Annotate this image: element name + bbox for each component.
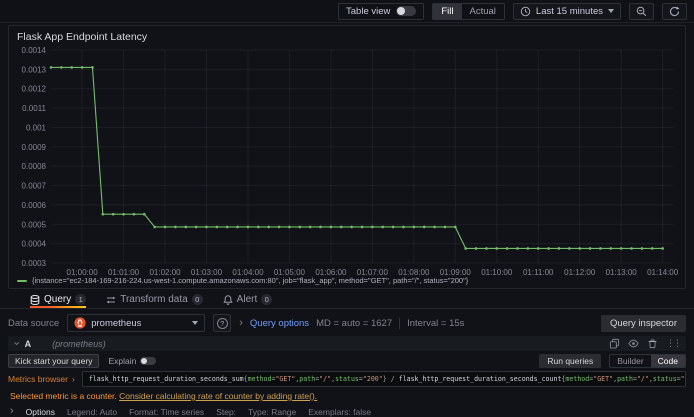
query-run-controls: Run queries Builder Code	[539, 353, 686, 368]
svg-text:01:13:00: 01:13:00	[606, 268, 638, 277]
explain-control: Explain	[108, 355, 157, 366]
warning-text: Selected metric is a counter.	[10, 391, 117, 401]
transform-count-badge: 0	[191, 294, 203, 305]
latency-chart[interactable]: 01:00:00 01:01:00 01:02:00 01:03:00 01:04:00…	[11, 46, 683, 278]
svg-text:01:10:00: 01:10:00	[481, 268, 513, 277]
query-inspector-button[interactable]: Query inspector	[600, 314, 686, 332]
transform-icon	[106, 296, 116, 303]
tab-transform-data[interactable]: Transform data 0	[106, 291, 203, 308]
query-row-actions: ⋮⋮	[609, 338, 682, 349]
alert-count-badge: 0	[261, 294, 273, 305]
remove-trash-icon[interactable]	[647, 338, 658, 349]
grafana-panel-editor: Table view Fill Actual Last 15 minutes F…	[0, 0, 694, 417]
series-label: {instance="ec2-184-169-216-224.us-west-1…	[32, 276, 469, 285]
metrics-browser-label: Metrics browser	[8, 374, 68, 384]
zoom-out-icon	[636, 6, 647, 16]
prometheus-icon	[74, 317, 86, 329]
editor-tabs: Query 1 Transform data 0 Alert 0	[0, 291, 694, 309]
svg-text:0.0003: 0.0003	[22, 259, 47, 268]
tab-query[interactable]: Query 1	[30, 291, 87, 308]
duplicate-icon[interactable]	[609, 338, 620, 349]
chevron-right-icon: ›	[71, 374, 75, 384]
svg-text:0.0012: 0.0012	[22, 85, 47, 94]
svg-text:01:11:00: 01:11:00	[523, 268, 554, 277]
fill-actual-group: Fill Actual	[432, 2, 505, 20]
tab-alert-label: Alert	[236, 294, 258, 305]
time-range-label: Last 15 minutes	[535, 5, 603, 17]
query-datasource-hint: (prometheus)	[52, 338, 106, 349]
query-options-label: Query options	[249, 317, 310, 329]
interval-value: Interval = 15s	[407, 317, 465, 329]
question-icon: ?	[216, 317, 228, 329]
code-button[interactable]: Code	[650, 354, 685, 367]
switch-knob	[141, 357, 148, 364]
divider	[399, 317, 401, 329]
query-ref-id: A	[24, 338, 32, 349]
kick-start-query-button[interactable]: Kick start your query	[8, 353, 100, 368]
table-view-label: Table view	[346, 5, 391, 17]
promql-query-input[interactable]: flask_http_request_duration_seconds_sum{…	[81, 371, 686, 387]
tab-transform-label: Transform data	[120, 294, 188, 305]
explain-switch[interactable]	[140, 356, 157, 365]
explain-label: Explain	[108, 355, 137, 366]
bell-icon	[222, 294, 233, 305]
chevron-down-icon	[608, 9, 614, 13]
chart-legend[interactable]: {instance="ec2-184-169-216-224.us-west-1…	[17, 276, 468, 285]
table-view-switch[interactable]	[396, 6, 417, 16]
drag-handle[interactable]: ⋮⋮	[666, 338, 682, 349]
builder-code-toggle: Builder Code	[609, 353, 686, 368]
time-range-picker[interactable]: Last 15 minutes	[512, 2, 621, 20]
svg-text:01:14:00: 01:14:00	[647, 268, 679, 277]
clock-icon	[520, 6, 531, 16]
svg-text:0.0013: 0.0013	[22, 65, 47, 74]
chevron-right-icon: ›	[239, 316, 243, 329]
query-editor-section: › A (prometheus) ⋮⋮ Kick start your quer…	[8, 336, 686, 417]
query-code-row: Metrics browser › flask_http_request_dur…	[8, 371, 686, 387]
metrics-browser-toggle[interactable]: Metrics browser ›	[8, 374, 75, 384]
query-count-badge: 1	[75, 294, 87, 305]
counter-warning: Selected metric is a counter. Consider c…	[8, 391, 686, 401]
data-source-picker[interactable]: prometheus	[67, 314, 206, 332]
svg-text:0.0008: 0.0008	[22, 162, 47, 171]
timeseries-panel: Flask App Endpoint Latency 01:00:00 01:01…	[8, 25, 686, 289]
tab-query-label: Query	[44, 294, 72, 305]
chevron-down-icon	[192, 321, 199, 325]
refresh-icon	[669, 6, 680, 16]
series-color-marker	[17, 279, 27, 282]
switch-knob	[397, 7, 406, 15]
svg-text:0.0009: 0.0009	[22, 143, 47, 152]
data-source-label: Data source	[8, 317, 60, 329]
query-toolbar: Data source prometheus ? › Query options…	[0, 312, 694, 334]
builder-button[interactable]: Builder	[610, 355, 650, 367]
tab-alert[interactable]: Alert 0	[222, 291, 273, 308]
hide-response-eye-icon[interactable]	[628, 338, 639, 349]
max-data-points: MD = auto = 1627	[316, 317, 393, 329]
svg-text:0.0007: 0.0007	[22, 182, 47, 191]
zoom-out-button[interactable]	[629, 2, 654, 20]
data-source-value: prometheus	[91, 317, 142, 329]
query-row-header[interactable]: › A (prometheus) ⋮⋮	[8, 336, 686, 351]
run-queries-button[interactable]: Run queries	[539, 353, 602, 368]
database-icon	[30, 294, 40, 305]
svg-text:0.0014: 0.0014	[22, 46, 47, 55]
svg-text:0.0004: 0.0004	[22, 240, 47, 249]
query-actions-row: Kick start your query Explain Run querie…	[8, 353, 686, 368]
data-source-help-button[interactable]: ?	[213, 314, 232, 332]
collapse-chevron-icon[interactable]: ›	[10, 342, 22, 346]
query-options[interactable]: › Query options MD = auto = 1627 Interva…	[239, 316, 465, 329]
svg-text:0.0006: 0.0006	[22, 201, 47, 210]
warning-hint-link[interactable]: Consider calculating rate of counter by …	[119, 391, 317, 401]
actual-button[interactable]: Actual	[462, 4, 504, 19]
panel-title[interactable]: Flask App Endpoint Latency	[17, 31, 147, 43]
svg-text:01:12:00: 01:12:00	[564, 268, 596, 277]
svg-text:0.0005: 0.0005	[22, 220, 47, 229]
svg-text:0.001: 0.001	[26, 123, 47, 132]
editor-toolbar: Table view Fill Actual Last 15 minutes	[0, 0, 694, 23]
refresh-button[interactable]	[662, 2, 687, 20]
table-view-control: Table view	[338, 2, 425, 20]
fill-button[interactable]: Fill	[433, 3, 462, 19]
svg-text:0.0011: 0.0011	[22, 104, 46, 113]
